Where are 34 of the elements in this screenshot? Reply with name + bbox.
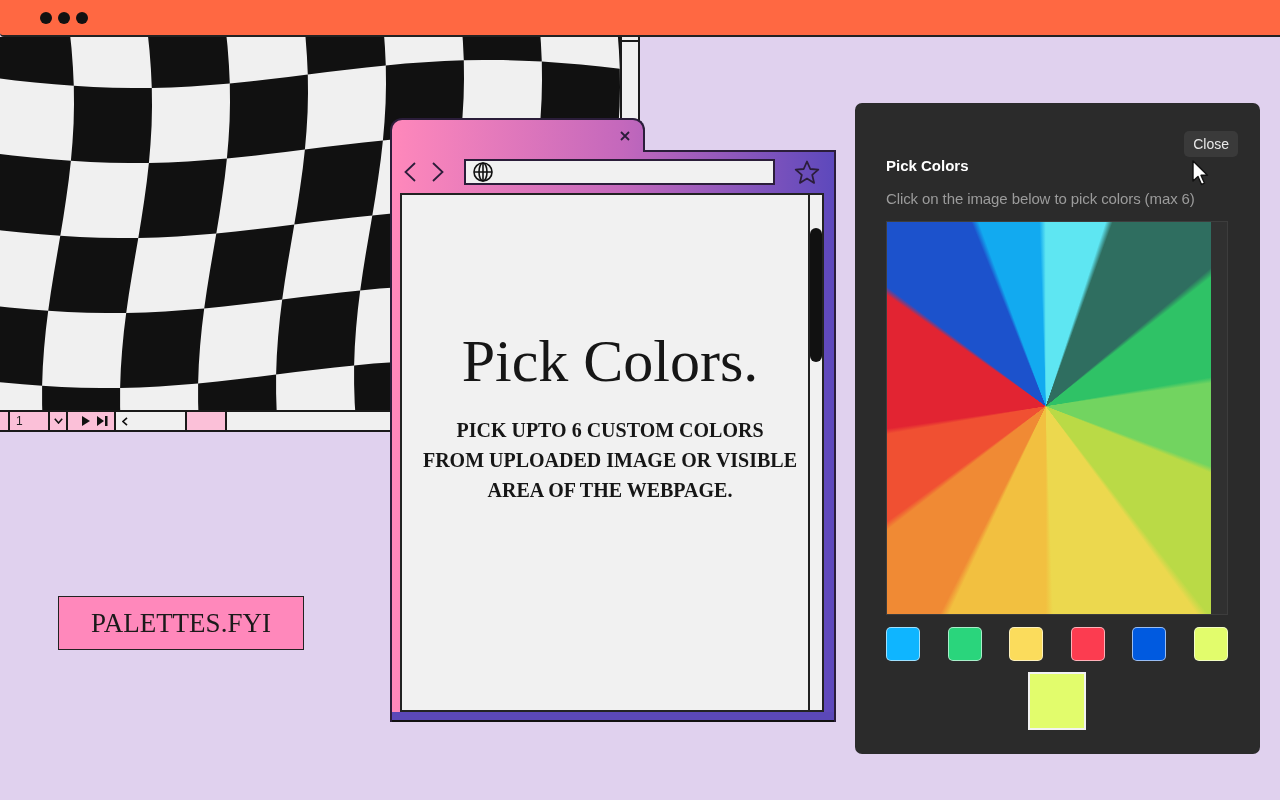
forward-icon[interactable]	[432, 162, 444, 182]
close-icon[interactable]	[620, 131, 630, 141]
color-swatch[interactable]	[886, 627, 920, 661]
panel-hint: Click on the image below to pick colors (max 6)	[886, 189, 1195, 209]
skip-to-end-icon	[97, 416, 108, 426]
brand-label: PALETTES.FYI	[58, 596, 304, 650]
cursor-icon	[1192, 160, 1209, 186]
page-number-field[interactable]: 1	[10, 412, 50, 430]
window-dot-icon	[76, 11, 88, 24]
skip-to-end-button[interactable]	[92, 412, 116, 430]
color-swatch[interactable]	[1009, 627, 1044, 661]
play-icon	[82, 416, 90, 426]
page-subtitle: PICK UPTO 6 CUSTOM COLORS FROM UPLOADED IMAGE OR VISIBLE AREA OF THE WEBPAGE.	[422, 418, 798, 503]
scrollbar-thumb[interactable]	[185, 412, 227, 430]
back-icon[interactable]	[404, 162, 416, 182]
color-swatch[interactable]	[947, 627, 982, 661]
window-dot-icon	[58, 11, 70, 24]
window-dot-icon	[40, 11, 52, 24]
chevron-left-icon	[122, 416, 128, 426]
panel-title: Pick Colors	[886, 157, 969, 175]
color-swatch[interactable]	[1070, 627, 1105, 661]
color-swatch[interactable]	[1132, 627, 1167, 661]
star-icon[interactable]	[794, 159, 820, 185]
globe-icon	[473, 162, 493, 182]
color-swatch[interactable]	[1193, 627, 1228, 661]
window-tab[interactable]	[390, 118, 645, 152]
play-button[interactable]	[68, 412, 92, 430]
close-button[interactable]: Close	[1184, 131, 1238, 157]
dropdown-button[interactable]	[50, 412, 68, 430]
scrollbar-thumb[interactable]	[810, 228, 822, 362]
caret-icon	[53, 418, 63, 424]
address-bar[interactable]	[464, 159, 775, 185]
scrollbar-track[interactable]	[808, 195, 822, 710]
page-heading: Pick Colors.	[461, 327, 759, 396]
